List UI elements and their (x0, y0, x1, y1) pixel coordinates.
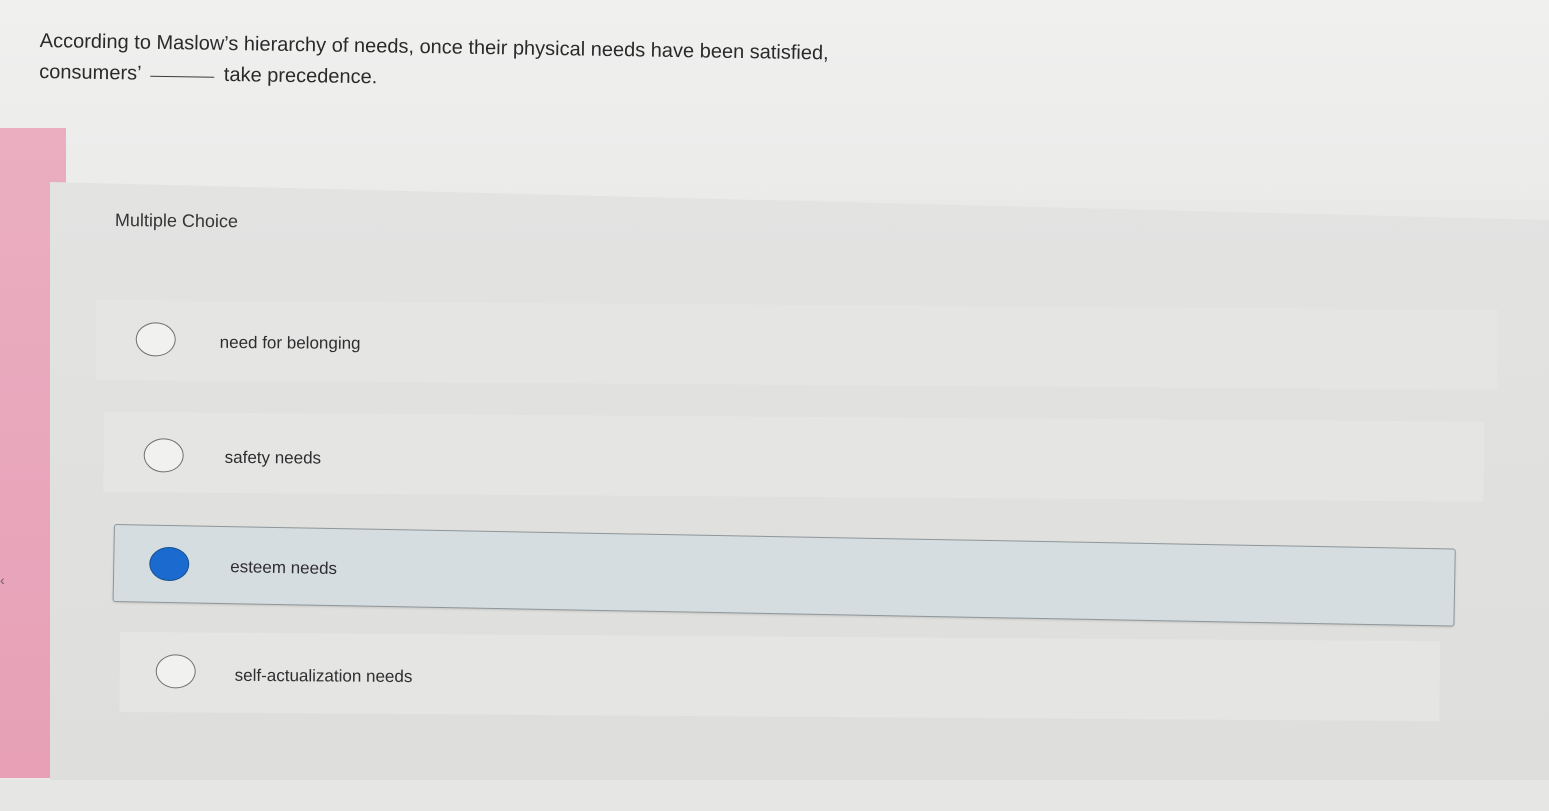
option-self-actualization-needs[interactable]: self-actualization needs (119, 632, 1440, 722)
radio-button-selected-icon[interactable] (148, 546, 190, 582)
option-label: need for belonging (219, 332, 361, 353)
radio-button-icon[interactable] (143, 438, 184, 473)
bottom-edge (0, 780, 1549, 811)
question-type-label: Multiple Choice (114, 210, 239, 232)
answer-blank (150, 75, 215, 78)
question-line-2-end: take precedence. (223, 63, 378, 89)
option-label: esteem needs (230, 557, 338, 579)
option-label: safety needs (224, 447, 322, 468)
side-strip-mark: ‹ (0, 572, 5, 588)
option-need-for-belonging[interactable]: need for belonging (95, 300, 1498, 390)
question-line-2-start: consumers’ (39, 60, 141, 85)
option-label: self-actualization needs (234, 665, 413, 687)
option-safety-needs[interactable]: safety needs (103, 412, 1484, 502)
radio-button-icon[interactable] (135, 322, 176, 357)
radio-button-icon[interactable] (155, 654, 196, 689)
